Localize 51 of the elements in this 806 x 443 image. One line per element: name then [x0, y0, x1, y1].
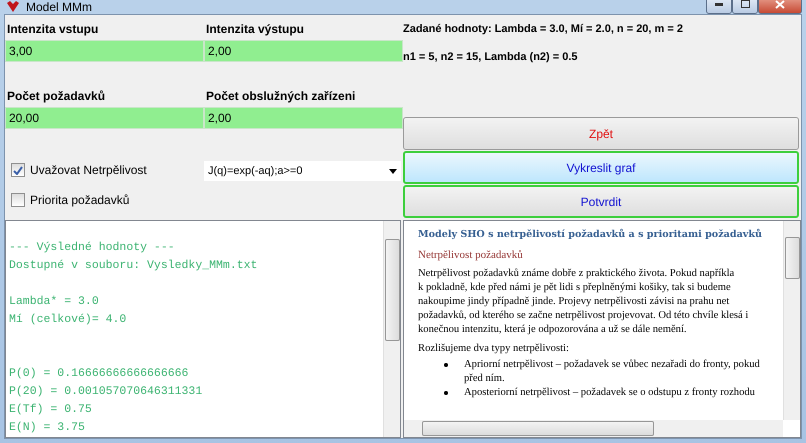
function-dropdown[interactable]: J(q)=exp(-aq);a>=0 — [204, 161, 401, 181]
maximize-icon — [740, 0, 750, 8]
horizontal-scrollbar[interactable] — [404, 420, 783, 437]
output-line: Lambda* = 3.0 — [9, 294, 100, 310]
info-text: Zadané hodnoty: Lambda = 3.0, Mí = 2.0, n = 20, m = 2 — [403, 22, 684, 35]
input-field[interactable]: 2,00 — [204, 107, 403, 129]
checkbox-label: Uvažovat Netrpělivost — [30, 163, 147, 177]
field-label: Intenzita výstupu — [205, 22, 306, 38]
output-line: P(0) = 0.16666666666666666 — [9, 366, 190, 382]
bullet-icon — [444, 391, 448, 395]
paragraph-line: Netrpělivost požadavků známe dobře z praktického života. Pokud napříkla — [418, 267, 736, 281]
paragraph-text: Rozlišujeme dva typy netrpělivosti: — [418, 343, 570, 354]
action-button[interactable]: Vykreslit graf — [403, 151, 799, 184]
output-line: E(Tf) = 0.75 — [9, 402, 93, 418]
help-subtitle: Netrpělivost požadavků — [418, 249, 524, 261]
bullet-text: Apriorní netrpělivost – požadavek se vůbec nezařadi do fronty, pokud — [464, 358, 760, 372]
input-field[interactable]: 2,00 — [204, 40, 403, 62]
checkbox[interactable] — [11, 163, 25, 177]
output-line: --- Výsledné hodnoty --- — [9, 240, 176, 256]
paragraph-line: nakoupime jindy případně jinde. Projevy netrpělivosti závisi na prahu net — [418, 295, 730, 309]
output-line: P(20) = 0.001057070646311331 — [9, 384, 204, 400]
field-label: Počet požadavků — [6, 89, 106, 105]
field-label: Intenzita vstupu — [6, 22, 100, 38]
caret-icon — [389, 168, 397, 174]
checkmark-icon — [13, 166, 23, 174]
bullet-text: Aposteriorní netrpělivost – požadavek se o odstupu z fronty rozhodu — [464, 386, 755, 400]
window-title: Model MMm — [26, 0, 94, 14]
action-button[interactable]: Zpět — [403, 117, 799, 150]
scrollbar[interactable] — [783, 221, 800, 420]
output-line: Dostupné v souboru: Vysledky_MMm.txt — [9, 258, 258, 274]
close-icon — [775, 0, 785, 8]
input-field[interactable]: 3,00 — [5, 40, 204, 62]
close-button[interactable] — [758, 0, 802, 14]
checkbox[interactable] — [11, 193, 25, 207]
maximize-button[interactable] — [732, 0, 758, 14]
output-line: Mí (celkové)= 4.0 — [9, 312, 128, 328]
paragraph-line: k pokladně, kde před námi je pět lidi s přeplněnými košiky, tak si budeme — [418, 281, 732, 295]
minimize-button[interactable] — [706, 0, 732, 14]
field-label: Počet obslužných zařízeni — [205, 89, 356, 105]
scrollbar[interactable] — [383, 221, 400, 437]
output-line: E(N) = 3.75 — [9, 420, 86, 436]
paragraph-line: konečnou intenzitu, která je odpozorována a už se dále nemění. — [418, 323, 688, 337]
bullet-icon — [444, 363, 448, 367]
bullet-text: před ním. — [464, 372, 506, 386]
input-field[interactable]: 20,00 — [5, 107, 204, 129]
minimize-icon — [715, 2, 723, 6]
paragraph-line: požadavků, od kterého se začne netrpělivost projevovat. Od této chvíle klesá i — [418, 309, 750, 323]
info-text: n1 = 5, n2 = 15, Lambda (n2) = 0.5 — [403, 50, 579, 63]
help-title: Modely SHO s netrpělivostí požadavků a s prioritami požadavků — [418, 229, 763, 240]
action-button[interactable]: Potvrdit — [403, 185, 799, 218]
checkbox-label: Priorita požadavků — [30, 193, 130, 207]
